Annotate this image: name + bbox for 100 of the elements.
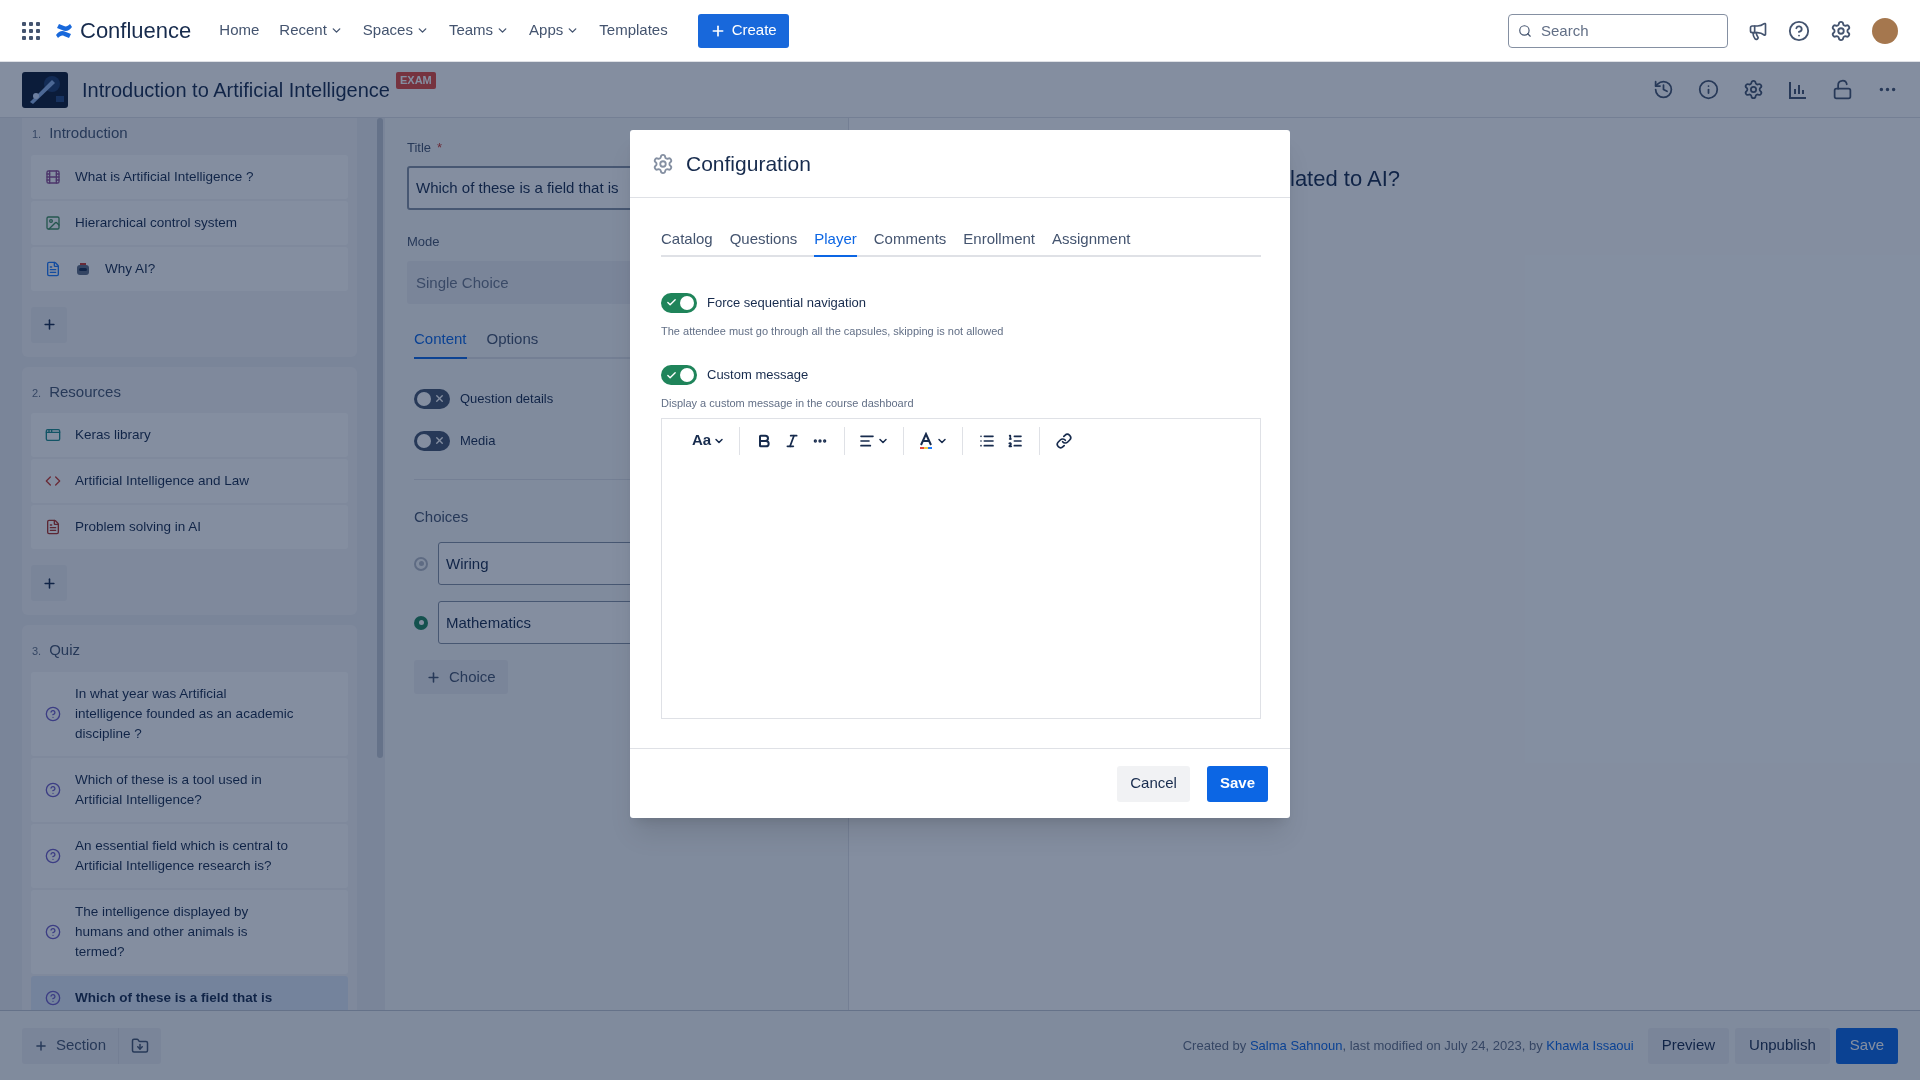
capsule-label: Which of these is a tool used in Artificial Intelligence? bbox=[75, 770, 263, 809]
help-icon[interactable] bbox=[1788, 19, 1810, 42]
check-icon bbox=[666, 297, 677, 308]
dialog-tab[interactable]: Enrollment bbox=[963, 228, 1035, 257]
radio-button[interactable] bbox=[414, 556, 428, 571]
cross-icon bbox=[434, 435, 445, 446]
numbered-list-icon[interactable] bbox=[1007, 432, 1024, 449]
field-label: Mode bbox=[407, 232, 440, 251]
page-meta-text: Created by Salma Sahnoun, last modified on July 24, 2023, by Khawla Issaoui bbox=[1182, 1036, 1634, 1055]
cross-icon bbox=[434, 393, 445, 404]
toggle-switch[interactable] bbox=[661, 292, 697, 313]
section-title[interactable]: Quiz bbox=[49, 639, 81, 662]
field-label: Title bbox=[407, 139, 432, 157]
capsule-item[interactable]: Problem solving in AI bbox=[31, 505, 348, 549]
toggle-switch[interactable] bbox=[414, 430, 450, 451]
choices-heading: Choices bbox=[414, 506, 470, 527]
capsule-label: The intelligence displayed by humans and other animals is termed? bbox=[75, 902, 250, 961]
info-icon[interactable] bbox=[1698, 79, 1719, 100]
code-icon bbox=[45, 473, 61, 489]
avatar[interactable] bbox=[1872, 17, 1898, 44]
scrollbar[interactable] bbox=[377, 118, 383, 758]
film-icon bbox=[45, 168, 61, 185]
app-switcher-icon[interactable] bbox=[22, 21, 40, 40]
link-icon[interactable] bbox=[1056, 432, 1073, 449]
section-number: 1. bbox=[32, 127, 42, 142]
toggle-label: Media bbox=[460, 431, 496, 450]
footer-button[interactable]: Preview bbox=[1647, 1027, 1730, 1064]
toggle-switch[interactable] bbox=[661, 365, 697, 385]
message-editor[interactable]: Aa bbox=[661, 417, 1261, 719]
capsule-item[interactable]: An essential field which is central to Artificial Intelligence research is? bbox=[31, 823, 348, 888]
plus-icon bbox=[34, 1038, 48, 1053]
capsule-label: Keras library bbox=[75, 426, 151, 444]
plus-icon bbox=[41, 575, 57, 591]
nav-menu-item[interactable]: Recent bbox=[279, 19, 343, 42]
dialog-tab[interactable]: Questions bbox=[729, 228, 798, 257]
capsule-item[interactable]: Keras library bbox=[31, 413, 348, 457]
capsule-label: In what year was Artificial intelligence founded as an academic discipline ? bbox=[75, 684, 295, 743]
save-button[interactable]: Save bbox=[1206, 765, 1268, 802]
exam-badge: EXAM bbox=[395, 72, 436, 89]
nav-menu-item[interactable]: Apps bbox=[529, 19, 580, 42]
unlock-icon[interactable] bbox=[1832, 79, 1853, 100]
capsule-item[interactable]: Hierarchical control system bbox=[31, 200, 348, 245]
capsule-item[interactable]: Artificial Intelligence and Law bbox=[31, 459, 348, 503]
capsule-item[interactable]: What is Artificial Intelligence ? bbox=[31, 154, 348, 199]
cancel-button[interactable]: Cancel bbox=[1117, 765, 1190, 802]
capsule-label: An essential field which is central to Artificial Intelligence research is? bbox=[75, 836, 290, 875]
capsule-label: Why AI? bbox=[105, 259, 156, 278]
author-link[interactable]: Khawla Issaoui bbox=[1546, 1037, 1634, 1053]
capsule-item[interactable]: Why AI? bbox=[31, 246, 348, 291]
capsule-label: What is Artificial Intelligence ? bbox=[75, 167, 254, 186]
dialog-tab[interactable]: Catalog bbox=[661, 228, 713, 257]
setting-description: The attendee must go through all the capsules, skipping is not allowed bbox=[661, 323, 1005, 339]
capsule-item[interactable]: Which of these is a field that is bbox=[31, 975, 348, 1010]
text-style-dropdown[interactable]: Aa bbox=[690, 429, 728, 452]
capsule-item[interactable]: The intelligence displayed by humans and other animals is termed? bbox=[31, 889, 348, 974]
radio-button[interactable] bbox=[414, 615, 428, 630]
toggle-switch[interactable] bbox=[414, 388, 450, 409]
section-title[interactable]: Resources bbox=[49, 380, 121, 403]
search-icon bbox=[1518, 23, 1532, 38]
dialog-tab[interactable]: Comments bbox=[873, 228, 947, 257]
editor-tab[interactable]: Options bbox=[486, 328, 539, 359]
section-title[interactable]: Introduction bbox=[49, 122, 128, 145]
nav-menu-item[interactable]: Spaces bbox=[362, 19, 429, 42]
history-icon[interactable] bbox=[1653, 79, 1674, 100]
editor-tab[interactable]: Content bbox=[414, 328, 467, 359]
capsule-item[interactable]: Which of these is a tool used in Artificial Intelligence? bbox=[31, 757, 348, 822]
chart-icon[interactable] bbox=[1788, 79, 1808, 100]
nav-menu-item[interactable]: Home bbox=[219, 19, 260, 42]
page-title: Introduction to Artificial Intelligence bbox=[82, 77, 390, 103]
bold-icon[interactable] bbox=[756, 432, 773, 449]
capsule-label: Which of these is a field that is bbox=[75, 988, 274, 1007]
required-mark: * bbox=[437, 139, 443, 157]
search-field[interactable]: Search bbox=[1508, 13, 1728, 48]
footer-button[interactable]: Unpublish bbox=[1735, 1027, 1830, 1064]
product-name[interactable]: Confluence bbox=[80, 14, 192, 47]
settings-icon[interactable] bbox=[1830, 19, 1852, 42]
dialog-tab[interactable]: Player bbox=[814, 228, 857, 257]
settings-icon[interactable] bbox=[1743, 79, 1764, 100]
add-choice-button[interactable]: Choice bbox=[414, 660, 508, 694]
nav-menu-item[interactable]: Templates bbox=[599, 19, 668, 42]
capsule-item[interactable]: In what year was Artificial intelligence founded as an academic discipline ? bbox=[31, 671, 348, 756]
plus-icon bbox=[426, 669, 441, 685]
question-icon bbox=[45, 989, 61, 1006]
question-title: lated to AI? bbox=[1290, 166, 1401, 191]
pdf-icon bbox=[45, 519, 61, 535]
capsule-label: Hierarchical control system bbox=[75, 213, 238, 232]
create-button[interactable]: Create bbox=[697, 13, 789, 48]
question-icon bbox=[45, 847, 61, 864]
question-icon bbox=[45, 705, 61, 722]
document-icon bbox=[45, 260, 61, 277]
footer-button[interactable]: Save bbox=[1835, 1027, 1898, 1064]
settings-icon bbox=[652, 152, 674, 175]
dialog-tab[interactable]: Assignment bbox=[1052, 228, 1131, 257]
plus-icon bbox=[41, 317, 57, 332]
question-icon bbox=[45, 923, 61, 940]
nav-menu-item[interactable]: Teams bbox=[448, 19, 510, 42]
notification-icon[interactable] bbox=[1748, 20, 1768, 41]
folder-download-icon bbox=[131, 1036, 150, 1055]
setting-description: Display a custom message in the course dashboard bbox=[661, 396, 915, 411]
toggle-label: Question details bbox=[460, 389, 554, 408]
